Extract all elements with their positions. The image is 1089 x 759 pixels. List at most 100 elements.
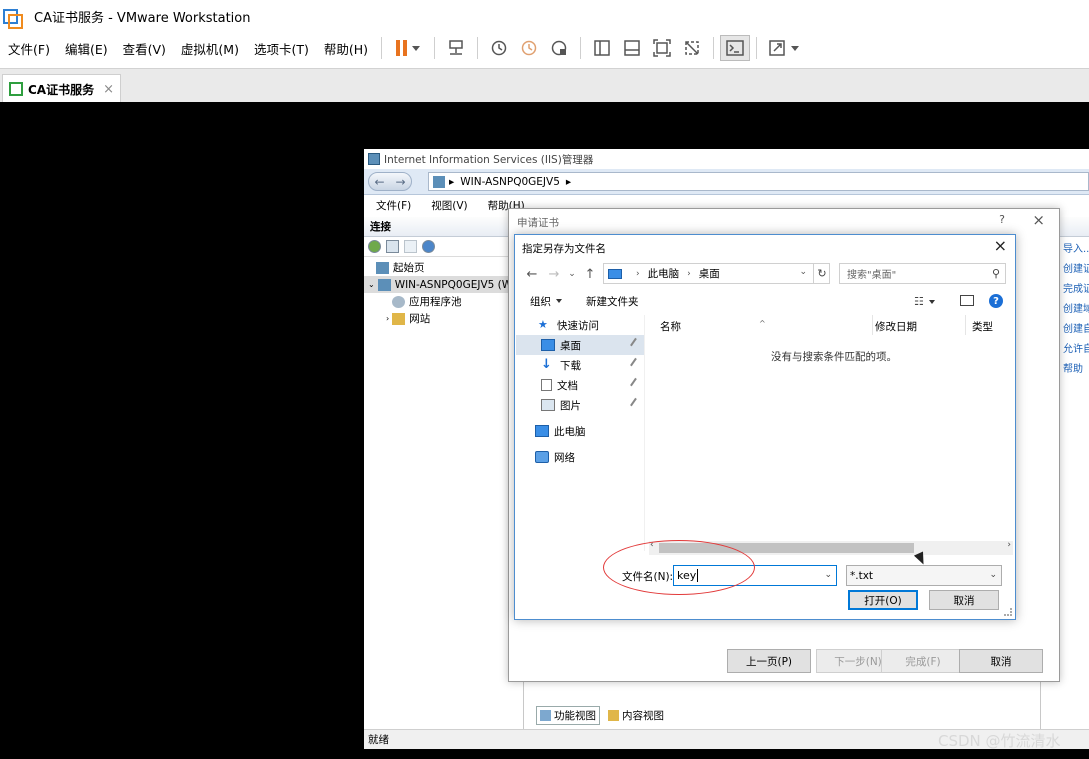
vmware-logo-icon xyxy=(2,8,23,29)
preview-pane-icon[interactable] xyxy=(960,295,974,306)
help-icon[interactable]: ? xyxy=(989,294,1003,308)
tree-start-page[interactable]: 起始页 xyxy=(364,259,523,276)
menu-file[interactable]: 文件(F) xyxy=(0,39,57,58)
console-view-button[interactable] xyxy=(720,35,751,61)
full-screen-button[interactable] xyxy=(647,35,677,61)
tab-content-view[interactable]: 内容视图 xyxy=(604,706,668,725)
path-dropdown-chevron-icon[interactable]: ⌄ xyxy=(799,267,807,277)
breadcrumb-desktop[interactable]: 桌面 xyxy=(699,266,720,281)
scroll-right-icon[interactable]: › xyxy=(1007,540,1011,550)
tab-features-view[interactable]: 功能视图 xyxy=(536,705,600,725)
column-modified[interactable]: 修改日期 xyxy=(875,319,917,334)
sites-folder-icon xyxy=(392,312,406,325)
sort-ascending-icon: ^ xyxy=(759,319,766,328)
tree-label: WIN-ASNPQ0GEJV5 (W xyxy=(394,278,513,291)
nav-documents[interactable]: 文档 xyxy=(516,375,644,395)
snapshot-button[interactable] xyxy=(484,35,514,61)
menu-edit[interactable]: 编辑(E) xyxy=(57,39,115,58)
chevron-down-icon xyxy=(928,299,935,304)
breadcrumb-server[interactable]: WIN-ASNPQ0GEJV5 xyxy=(460,176,560,188)
snapshot-manager-button[interactable] xyxy=(544,35,574,61)
cancel-button[interactable]: 取消 xyxy=(959,649,1043,673)
save-icon[interactable] xyxy=(386,240,399,253)
open-button[interactable]: 打开(O) xyxy=(848,590,918,610)
forward-arrow-icon[interactable]: → xyxy=(395,175,405,189)
vm-tab-icon xyxy=(9,82,23,96)
breadcrumb-chevron-icon[interactable]: › xyxy=(687,269,691,279)
previous-button[interactable]: 上一页(P) xyxy=(727,649,811,673)
wizard-close-button[interactable]: × xyxy=(1032,211,1045,229)
recent-locations-chevron-icon[interactable]: ⌄ xyxy=(565,269,579,279)
show-library-button[interactable] xyxy=(587,35,617,61)
back-arrow-icon[interactable]: ← xyxy=(521,267,543,282)
tree-app-pools[interactable]: 应用程序池 xyxy=(364,293,523,310)
toolbar-divider xyxy=(477,37,479,59)
app-pool-icon xyxy=(392,295,405,308)
nav-label: 桌面 xyxy=(560,339,581,352)
nav-pictures[interactable]: 图片 xyxy=(516,395,644,415)
new-folder-button[interactable]: 新建文件夹 xyxy=(586,294,639,309)
menu-view[interactable]: 查看(V) xyxy=(115,39,173,58)
iis-menu-view[interactable]: 视图(V) xyxy=(419,198,475,213)
chevron-down-icon[interactable]: ⌄ xyxy=(824,570,832,580)
expanded-chevron-icon[interactable]: ⌄ xyxy=(368,280,375,289)
menu-vm[interactable]: 虚拟机(M) xyxy=(173,39,246,58)
iis-address-box[interactable]: ▸ WIN-ASNPQ0GEJV5 ▸ xyxy=(428,172,1089,191)
column-divider[interactable] xyxy=(872,315,873,335)
path-breadcrumb[interactable]: › 此电脑 › 桌面 ⌄ xyxy=(603,263,830,284)
nav-label: 快速访问 xyxy=(557,319,599,332)
filetype-select[interactable]: *.txt ⌄ xyxy=(846,565,1002,586)
breadcrumb-this-pc[interactable]: 此电脑 xyxy=(648,266,680,281)
revert-snapshot-button[interactable] xyxy=(514,35,544,61)
send-ctrl-alt-del-button[interactable] xyxy=(441,35,471,61)
document-icon xyxy=(541,379,552,391)
tab-ca-cert-service[interactable]: CA证书服务 × xyxy=(2,74,121,103)
breadcrumb-separator: ▸ xyxy=(449,175,455,188)
up-arrow-icon[interactable]: ↑ xyxy=(579,267,601,282)
menu-help[interactable]: 帮助(H) xyxy=(316,39,375,58)
pause-button[interactable] xyxy=(388,35,428,61)
nav-downloads[interactable]: ↓ 下载 xyxy=(516,355,644,375)
empty-results-message: 没有与搜索条件匹配的项。 xyxy=(771,351,897,363)
network-icon xyxy=(535,451,549,463)
iis-menu-file[interactable]: 文件(F) xyxy=(364,198,419,213)
search-input[interactable]: 搜索"桌面" ⚲ xyxy=(839,263,1006,284)
refresh-icon[interactable]: ↻ xyxy=(813,263,830,284)
menu-tabs[interactable]: 选项卡(T) xyxy=(246,39,316,58)
nav-quick-access[interactable]: ★ 快速访问 xyxy=(516,315,644,335)
column-divider[interactable] xyxy=(965,315,966,335)
pin-icon xyxy=(630,357,641,370)
change-view-button[interactable]: ☷ xyxy=(914,295,935,308)
up-icon[interactable] xyxy=(404,240,417,253)
column-type[interactable]: 类型 xyxy=(972,319,993,334)
column-name[interactable]: 名称 xyxy=(660,319,681,334)
connect-globe-icon[interactable] xyxy=(368,240,381,253)
breadcrumb-chevron-icon[interactable]: › xyxy=(636,269,640,279)
chevron-down-icon xyxy=(790,45,799,51)
nav-network[interactable]: 网络 xyxy=(516,447,644,467)
toolbar-divider xyxy=(434,37,436,59)
tree-sites[interactable]: › 网站 xyxy=(364,310,523,327)
filetype-value: *.txt xyxy=(850,569,874,582)
save-dialog-close-button[interactable]: × xyxy=(994,236,1007,255)
organize-button[interactable]: 组织 xyxy=(530,294,562,309)
save-cancel-button[interactable]: 取消 xyxy=(929,590,999,610)
nav-label: 此电脑 xyxy=(554,425,586,438)
show-thumbnail-button[interactable] xyxy=(617,35,647,61)
nav-this-pc[interactable]: 此电脑 xyxy=(516,421,644,441)
vmware-menu-bar: 文件(F) 编辑(E) 查看(V) 虚拟机(M) 选项卡(T) 帮助(H) xyxy=(0,33,1089,63)
nav-desktop[interactable]: 桌面 xyxy=(516,335,644,355)
collapsed-chevron-icon[interactable]: › xyxy=(386,314,389,323)
iis-title: Internet Information Services (IIS)管理器 xyxy=(384,153,594,166)
start-page-icon xyxy=(376,261,389,274)
wizard-help-button[interactable]: ? xyxy=(999,213,1005,226)
tree-server[interactable]: ⌄ WIN-ASNPQ0GEJV5 (W xyxy=(364,276,523,293)
pane-divider[interactable] xyxy=(644,315,645,551)
unity-button[interactable] xyxy=(677,35,707,61)
connect-server-icon[interactable] xyxy=(422,240,435,253)
save-dialog-title: 指定另存为文件名 xyxy=(522,243,606,255)
resize-grip-icon[interactable] xyxy=(1004,608,1012,616)
back-arrow-icon[interactable]: ← xyxy=(374,175,384,189)
tab-close-icon[interactable]: × xyxy=(103,82,114,97)
stretch-button[interactable] xyxy=(763,35,803,61)
